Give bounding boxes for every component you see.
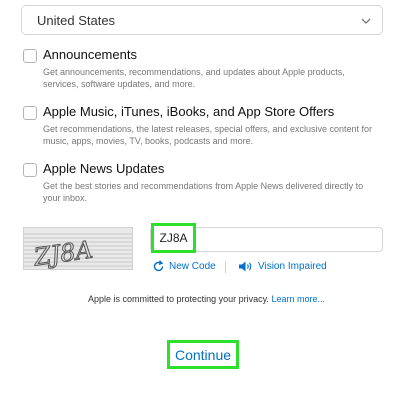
new-code-label: New Code	[169, 261, 216, 272]
captcha-glyphs: ZJ8A	[31, 236, 94, 270]
option-description: Get recommendations, the latest releases…	[43, 124, 373, 146]
continue-button[interactable]: Continue	[167, 340, 239, 369]
option-description: Get the best stories and recommendations…	[43, 181, 364, 203]
news-updates-checkbox[interactable]	[23, 163, 37, 177]
country-select[interactable]: United States	[21, 5, 383, 35]
vision-impaired-button[interactable]: Vision Impaired	[238, 260, 327, 273]
refresh-icon	[153, 260, 164, 272]
privacy-text: Apple is committed to protecting your pr…	[88, 294, 269, 304]
vision-impaired-label: Vision Impaired	[258, 261, 327, 272]
option-title: Apple Music, iTunes, iBooks, and App Sto…	[43, 104, 335, 119]
speaker-icon	[239, 261, 252, 272]
option-title: Announcements	[43, 47, 137, 62]
captcha-image: ZJ8A	[23, 227, 133, 270]
continue-label: Continue	[174, 346, 232, 363]
country-select-value: United States	[37, 12, 116, 28]
option-title: Apple News Updates	[43, 161, 165, 176]
link-divider	[225, 261, 226, 273]
captcha-noise: ZJ8A	[24, 233, 132, 270]
captcha-input-value[interactable]: ZJ8A	[151, 223, 196, 253]
media-offers-checkbox[interactable]	[23, 106, 37, 120]
privacy-notice: Apple is committed to protecting your pr…	[0, 294, 413, 304]
new-code-button[interactable]: New Code	[152, 260, 216, 273]
announcements-checkbox[interactable]	[23, 49, 37, 63]
option-description: Get announcements, recommendations, and …	[43, 67, 345, 89]
chevron-down-icon	[361, 18, 371, 24]
learn-more-link[interactable]: Learn more...	[271, 294, 325, 304]
captcha-typed-text: ZJ8A	[159, 231, 188, 245]
